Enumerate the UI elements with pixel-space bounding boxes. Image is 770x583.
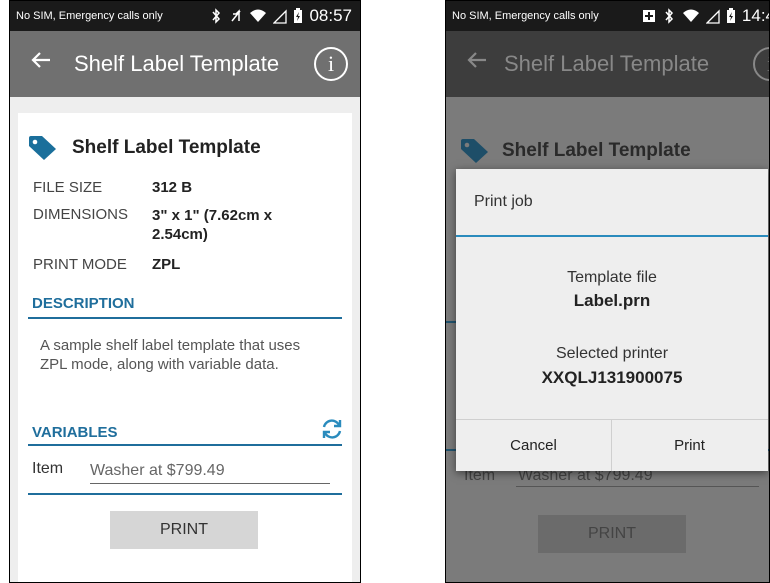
prop-label-print-mode: PRINT MODE [33,256,127,273]
back-arrow-icon[interactable] [30,49,52,71]
template-name: Shelf Label Template [72,137,261,158]
battery-icon [294,8,303,23]
status-bar: No SIM, Emergency calls only 14:4 [446,1,769,31]
status-bar: No SIM, Emergency calls only 08:57 [10,1,360,31]
back-arrow-icon[interactable] [466,49,488,71]
status-time: 08:57 [309,6,352,25]
variable-input-item[interactable] [90,458,330,484]
status-icons: 08:57 [209,6,352,26]
variables-divider [28,444,342,446]
tag-icon [29,136,56,160]
prop-value-file-size: 312 B [152,179,193,196]
dialog-title-divider [456,235,768,237]
prop-label-dimensions: DIMENSIONS [33,206,129,223]
variable-label-item: Item [32,460,64,477]
print-button[interactable]: PRINT [110,511,258,549]
print-job-dialog: Print job Template file Label.prn Select… [456,169,768,471]
wifi-icon [682,9,699,22]
variable-input-underline [516,486,759,487]
info-icon[interactable]: i [753,47,769,81]
dialog-print-button[interactable]: Print [612,419,767,471]
bg-divider-left [446,321,456,323]
tag-icon [461,139,488,163]
dialog-title: Print job [474,193,533,210]
status-icons: 14:4 [642,6,769,26]
description-text: A sample shelf label template that uses … [40,337,301,373]
phone-screen-template-detail: No SIM, Emergency calls only 08:57 Shelf… [9,0,361,583]
variables-bottom-divider [28,493,342,495]
selected-printer-value: XXQLJ131900075 [541,368,683,387]
template-header: Shelf Label Template [28,136,261,160]
wifi-icon [250,9,267,22]
status-carrier-text: No SIM, Emergency calls only [16,10,163,22]
variables-heading: VARIABLES [32,424,118,441]
template-file-value: Label.prn [573,291,651,310]
description-heading: DESCRIPTION [32,295,135,312]
info-icon[interactable]: i [314,47,348,81]
add-notification-icon [642,10,655,22]
template-header-dimmed: Shelf Label Template [460,139,691,163]
prop-label-file-size: FILE SIZE [33,179,103,196]
cancel-button[interactable]: Cancel [456,419,611,471]
template-name-dimmed: Shelf Label Template [502,140,691,161]
prop-value-print-mode: ZPL [152,256,181,273]
refresh-icon[interactable] [320,417,344,441]
description-divider [28,317,342,319]
status-carrier-text: No SIM, Emergency calls only [452,10,599,22]
bluetooth-icon [665,8,673,24]
print-button-dimmed: PRINT [538,515,686,553]
status-time: 14:4 [741,6,769,25]
toolbar-title: Shelf Label Template [504,51,710,76]
signal-icon [705,9,720,24]
app-toolbar: Shelf Label Template i [10,31,360,97]
mute-icon [231,9,242,22]
selected-printer-label: Selected printer [555,345,669,362]
phone-screen-print-dialog: No SIM, Emergency calls only 14:4 Shelf … [445,0,770,583]
bg-divider-left-2 [446,449,456,451]
prop-value-dimensions: 3" x 1" (7.62cm x 2.54cm) [152,207,273,243]
app-toolbar: Shelf Label Template i [446,31,769,97]
battery-icon [726,8,735,23]
bluetooth-icon [212,8,221,24]
signal-icon [273,9,288,24]
template-file-label: Template file [567,269,657,286]
toolbar-title: Shelf Label Template [74,51,280,76]
